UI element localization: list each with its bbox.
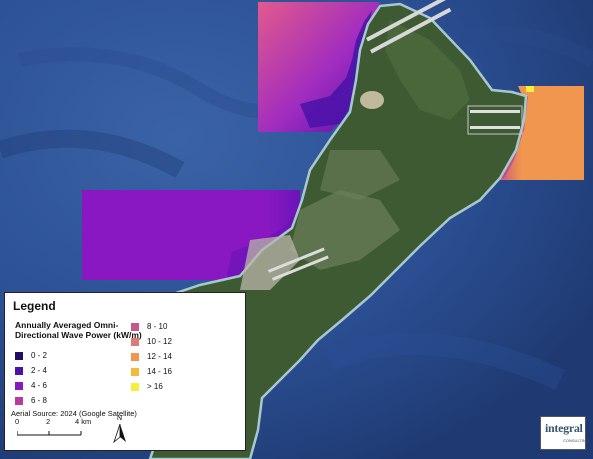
legend-label: 12 - 14: [147, 352, 172, 361]
legend-label: 14 - 16: [147, 367, 172, 376]
legend-item-10-12: 10 - 12: [131, 337, 172, 346]
legend-item-4-6: 4 - 6: [15, 381, 47, 390]
scale-label-4km: 4 km: [75, 417, 92, 426]
legend-swatch: [15, 396, 23, 405]
legend-item-12-14: 12 - 14: [131, 352, 172, 361]
legend-label: 0 - 2: [31, 351, 48, 360]
legend-swatch: [131, 367, 139, 376]
logo-tagline: CONSULTING: [563, 438, 589, 443]
legend-label: 6 - 8: [31, 396, 48, 405]
legend-item-14-16: 14 - 16: [131, 367, 172, 376]
legend-item-2-4: 2 - 4: [15, 366, 47, 375]
legend-label: 8 - 10: [147, 322, 168, 331]
legend-swatch: [131, 322, 139, 331]
legend-subtitle: Annually Averaged Omni-Directional Wave …: [15, 320, 142, 340]
legend-swatch: [15, 351, 23, 360]
legend-swatch: [15, 381, 23, 390]
legend-item-over-16: > 16: [131, 382, 163, 391]
legend-swatch: [131, 352, 139, 361]
scale-bar: [17, 431, 82, 436]
legend-swatch: [131, 382, 139, 391]
legend-swatch: [131, 337, 139, 346]
map-legend: Legend Annually Averaged Omni-Directiona…: [4, 292, 246, 451]
legend-label: 4 - 6: [31, 381, 48, 390]
north-arrow: N: [113, 415, 127, 445]
north-label: N: [117, 415, 123, 422]
legend-item-6-8: 6 - 8: [15, 396, 47, 405]
legend-title: Legend: [13, 299, 56, 313]
logo-name: integral: [545, 421, 583, 435]
legend-label: > 16: [147, 382, 163, 391]
legend-label: 2 - 4: [31, 366, 48, 375]
integral-logo: integral CONSULTING: [540, 416, 589, 450]
scale-label-2: 2: [46, 417, 51, 426]
north-arrow-icon: [113, 424, 126, 444]
legend-swatch: [15, 366, 23, 375]
legend-item-0-2: 0 - 2: [15, 351, 47, 360]
legend-label: 10 - 12: [147, 337, 172, 346]
legend-item-8-10: 8 - 10: [131, 322, 167, 331]
scale-label-0: 0: [15, 417, 20, 426]
